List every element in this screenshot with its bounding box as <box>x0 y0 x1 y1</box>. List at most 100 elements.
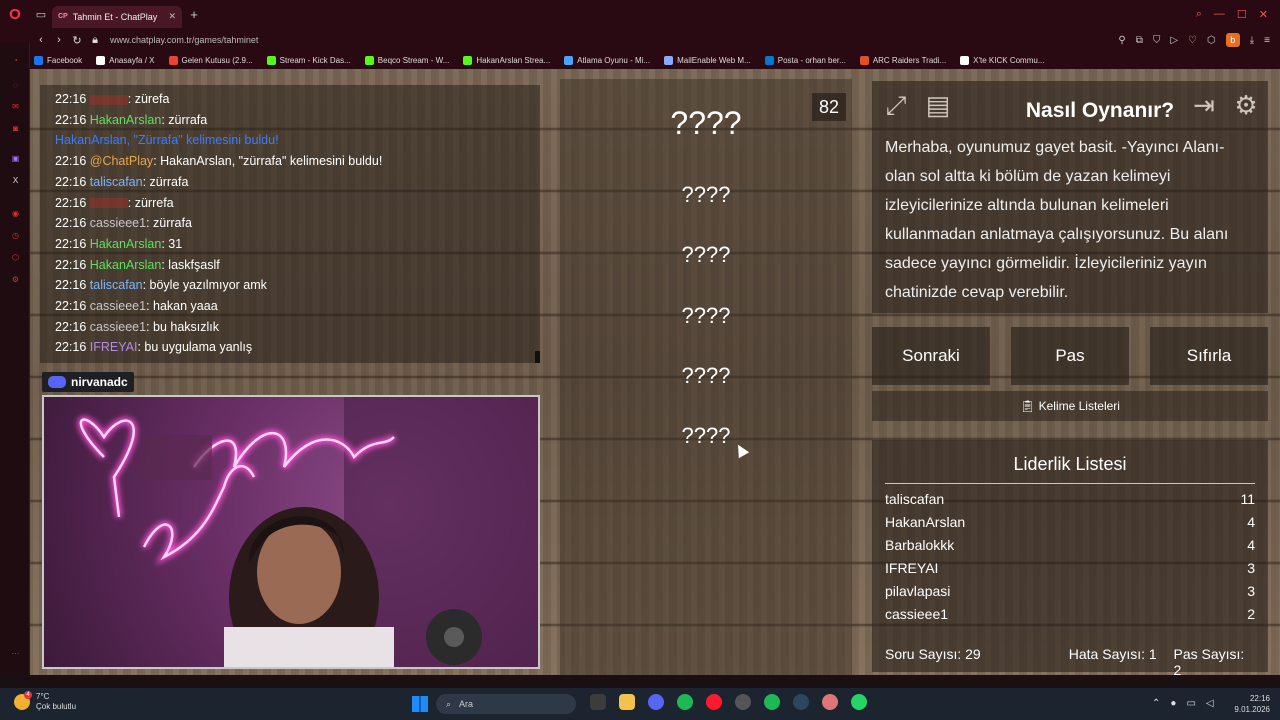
chat-timestamp: 22:16 <box>55 319 87 334</box>
minimize-button[interactable]: — <box>1214 8 1225 21</box>
taskbar-search[interactable]: ⌕ Ara <box>436 694 576 714</box>
play-icon[interactable]: ▷ <box>1170 35 1178 46</box>
opera-app-icon[interactable] <box>706 694 722 710</box>
menu-icon[interactable]: ≡ <box>1264 35 1270 46</box>
pass-count: Pas Sayısı: 2 <box>1173 646 1245 675</box>
leaderboard-score: 3 <box>1247 583 1255 599</box>
chat-message: 22:16 cassieee1: hakan yaaa <box>55 296 525 317</box>
sidebar-settings-icon[interactable]: ⚙ <box>10 274 21 285</box>
bookmark-item[interactable]: Posta - orhan ber... <box>764 55 846 65</box>
chat-username[interactable]: HakanArslan <box>90 113 162 127</box>
sidebar-player-icon[interactable]: ◉ <box>10 208 21 219</box>
hint-word: ???? <box>681 363 731 388</box>
chat-username[interactable]: HakanArslan <box>90 258 162 272</box>
sidebar-x-icon[interactable]: X <box>10 175 21 186</box>
sidebar-more-icon[interactable]: ⋯ <box>10 648 21 659</box>
bookmark-item[interactable]: Beqco Stream - W... <box>364 55 449 65</box>
tab-tahmin-et[interactable]: CP Tahmin Et - ChatPlay ✕ <box>52 5 182 28</box>
network-icon[interactable]: ▭ <box>1186 698 1195 709</box>
extensions-icon[interactable]: ⬡ <box>1207 35 1216 46</box>
sidebar-extensions-icon[interactable]: ⬡ <box>10 252 21 263</box>
chat-username[interactable]: taliscafan <box>90 175 143 189</box>
bookmark-item[interactable]: HakanArslan Strea... <box>463 55 550 65</box>
sidebar-history-icon[interactable]: ◷ <box>10 230 21 241</box>
spotify-app-icon[interactable] <box>677 694 693 710</box>
app-icon[interactable] <box>822 694 838 710</box>
sidebar-twitch-icon[interactable]: ▣ <box>10 153 21 164</box>
bookmark-item[interactable]: Anasayfa / X <box>96 55 155 65</box>
sidebar-aria-icon[interactable]: ◌ <box>10 80 21 91</box>
chat-username[interactable]: @ChatPlay <box>90 154 153 168</box>
bookmark-item[interactable]: Atlama Oyunu - Mi... <box>564 55 651 65</box>
whatsapp-app-icon[interactable] <box>851 694 867 710</box>
tab-list-icon[interactable]: ▭ <box>30 8 52 21</box>
snapshot-icon[interactable]: ⧉ <box>1136 35 1143 46</box>
extension-b-icon[interactable]: b <box>1225 33 1240 47</box>
sidebar-home-icon[interactable]: ◔ <box>10 55 21 66</box>
chat-username[interactable]: HakanArslan <box>90 237 162 251</box>
chat-text: : hakan yaaa <box>146 299 218 314</box>
weather-icon: 4 <box>14 691 32 710</box>
chat-username[interactable] <box>89 198 128 209</box>
reset-button[interactable]: Sıfırla <box>1150 327 1268 385</box>
steam-app-icon[interactable] <box>793 694 809 710</box>
exit-icon[interactable]: ⇥ <box>1188 89 1220 121</box>
bookmark-item[interactable]: Facebook <box>34 55 83 65</box>
clock[interactable]: 22:16 9.01.2026 <box>1234 693 1270 715</box>
sidebar-instagram-icon[interactable]: ◙ <box>10 123 21 134</box>
kick-icon <box>463 55 473 65</box>
mic-icon[interactable]: ● <box>1170 698 1176 709</box>
document-icon[interactable]: ▤ <box>922 89 954 121</box>
volume-icon[interactable]: ◁ <box>1206 698 1214 709</box>
opera-logo-icon[interactable]: O <box>0 0 30 29</box>
weather-widget[interactable]: 4 7°C Çok bulutlu <box>14 691 76 712</box>
chat-username[interactable]: taliscafan <box>90 278 143 292</box>
bookmark-item[interactable]: ARC Raiders Tradi... <box>859 55 946 65</box>
search-icon[interactable]: ⌕ <box>1196 8 1202 21</box>
pass-button[interactable]: Pas <box>1011 327 1129 385</box>
chat-username[interactable]: cassieee1 <box>90 299 146 313</box>
download-icon[interactable]: ⤓ <box>1250 35 1254 46</box>
bookmark-item[interactable]: Stream - Kick Das... <box>266 55 351 65</box>
chevron-up-icon[interactable]: ⌃ <box>1152 698 1160 709</box>
leaderboard-name: HakanArslan <box>885 514 966 530</box>
task-view-icon[interactable] <box>590 694 606 710</box>
discord-tag: nirvanadc <box>42 372 134 392</box>
chat-system-text: HakanArslan, "Zürrafa" kelimesini buldu! <box>55 133 279 148</box>
chat-username[interactable]: cassieee1 <box>90 216 146 230</box>
bookmark-item[interactable]: X'te KICK Commu... <box>960 55 1045 65</box>
url-field[interactable]: www.chatplay.com.tr/games/tahminet <box>110 35 258 45</box>
chat-scrollbar[interactable] <box>535 351 540 363</box>
chat-timestamp: 22:16 <box>55 257 87 272</box>
new-tab-button[interactable]: + <box>182 7 206 22</box>
file-explorer-icon[interactable] <box>619 694 635 710</box>
reload-button[interactable]: ↻ <box>68 34 86 47</box>
bookmark-item[interactable]: Gelen Kutusu (2.9... <box>168 55 253 65</box>
bookmark-item[interactable]: MailEnable Web M... <box>664 55 751 65</box>
forward-button[interactable]: › <box>50 34 68 46</box>
chat-username[interactable]: cassieee1 <box>90 320 146 334</box>
fullscreen-icon[interactable]: ⤢ <box>880 89 912 121</box>
pin-icon[interactable]: ⚲ <box>1118 35 1125 46</box>
bookmark-label: Facebook <box>47 55 83 65</box>
chat-username[interactable]: IFREYAI <box>90 340 138 354</box>
arc-icon <box>859 55 869 65</box>
heart-icon[interactable]: ♡ <box>1188 35 1197 46</box>
close-tab-icon[interactable]: ✕ <box>168 11 176 22</box>
maximize-button[interactable]: ☐ <box>1237 8 1247 21</box>
bookmark-label: Atlama Oyunu - Mi... <box>577 55 651 65</box>
obs-app-icon[interactable] <box>735 694 751 710</box>
close-window-button[interactable]: ✕ <box>1259 8 1268 21</box>
back-button[interactable]: ‹ <box>32 34 50 46</box>
shield-icon[interactable]: ⛉ <box>1153 35 1161 46</box>
sidebar-messenger-icon[interactable]: ✉ <box>10 101 21 112</box>
clock-time: 22:16 <box>1249 694 1270 703</box>
discord-app-icon[interactable] <box>648 694 664 710</box>
spotify-app-icon[interactable] <box>764 694 780 710</box>
settings-gear-icon[interactable]: ⚙ <box>1230 89 1262 121</box>
notification-badge: 4 <box>24 691 32 699</box>
word-lists-button[interactable]: 📋︎ Kelime Listeleri <box>872 391 1268 421</box>
windows-start-icon[interactable] <box>412 696 428 712</box>
next-button[interactable]: Sonraki <box>872 327 990 385</box>
chat-username[interactable] <box>89 94 128 105</box>
